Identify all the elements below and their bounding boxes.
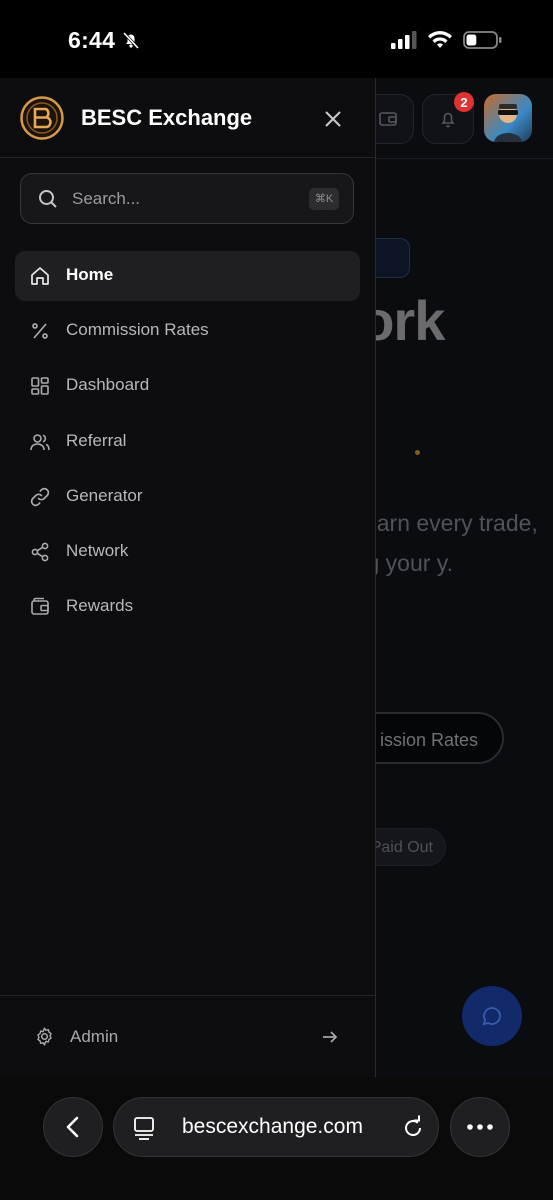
nav-item-home[interactable]: Home [15,251,360,301]
close-icon [325,111,341,127]
nav-item-network[interactable]: Network [15,527,360,577]
wallet-icon [31,597,49,615]
wifi-icon [427,30,453,55]
browser-toolbar: bescexchange.com [0,1077,553,1200]
chat-icon [482,1007,501,1026]
status-time: 6:44 [68,27,116,53]
nav-item-label: Home [66,265,114,284]
besc-logo [20,96,64,140]
nav-item-label: Commission Rates [66,320,209,340]
reload-icon[interactable] [400,1115,426,1141]
status-bar: 6:44 [0,0,553,78]
more-options-button[interactable] [450,1097,510,1157]
battery-icon [463,30,503,55]
nav-item-generator[interactable]: Generator [15,472,360,522]
search-input[interactable]: Search... ⌘K [20,173,354,224]
page-menu-icon[interactable] [132,1115,158,1141]
side-drawer: BESC Exchange Search... ⌘K Home Commissi… [0,78,376,1077]
bell-icon [441,112,455,128]
share-icon [31,542,49,562]
nav-item-label: Rewards [66,596,134,616]
admin-link[interactable]: Admin [70,1027,118,1047]
search-shortcut-badge: ⌘K [309,188,339,210]
chevron-left-icon [66,1116,79,1138]
nav-item-label: Dashboard [66,375,150,395]
arrow-right-icon[interactable] [320,1027,340,1052]
home-icon [31,267,49,285]
nav-item-rewards[interactable]: Rewards [15,582,360,632]
decorative-dot [415,450,420,455]
cellular-signal-icon [391,31,417,54]
nav-item-label: Network [66,540,129,560]
search-icon [39,190,57,208]
dashboard-grid-icon [31,377,49,396]
users-icon [30,433,50,450]
nav-item-commission-rates[interactable]: Commission Rates [15,306,360,356]
browser-back-button[interactable] [43,1097,103,1157]
close-drawer-button[interactable] [318,104,348,134]
ellipsis-icon [467,1124,493,1130]
percent-icon [32,323,48,340]
nav-item-label: Generator [66,485,143,505]
nav-item-referral[interactable]: Referral [15,417,360,467]
drawer-header: BESC Exchange [0,78,375,158]
user-avatar[interactable] [484,94,532,142]
nav-item-label: Referral [66,430,127,450]
notification-count-badge: 2 [454,92,474,112]
address-bar[interactable]: bescexchange.com [113,1097,439,1157]
url-text: bescexchange.com [182,1115,363,1138]
wallet-icon [379,112,397,126]
drawer-nav: Home Commission Rates Dashboard Referral… [15,251,360,637]
link-icon [30,487,50,506]
brand-name: BESC Exchange [81,105,253,130]
drawer-footer: Admin [0,995,375,1078]
gear-icon [34,1026,55,1052]
nav-item-dashboard[interactable]: Dashboard [15,361,360,411]
chat-button[interactable] [462,986,522,1046]
silent-mode-icon [121,30,141,55]
search-placeholder: Search... [72,189,141,208]
